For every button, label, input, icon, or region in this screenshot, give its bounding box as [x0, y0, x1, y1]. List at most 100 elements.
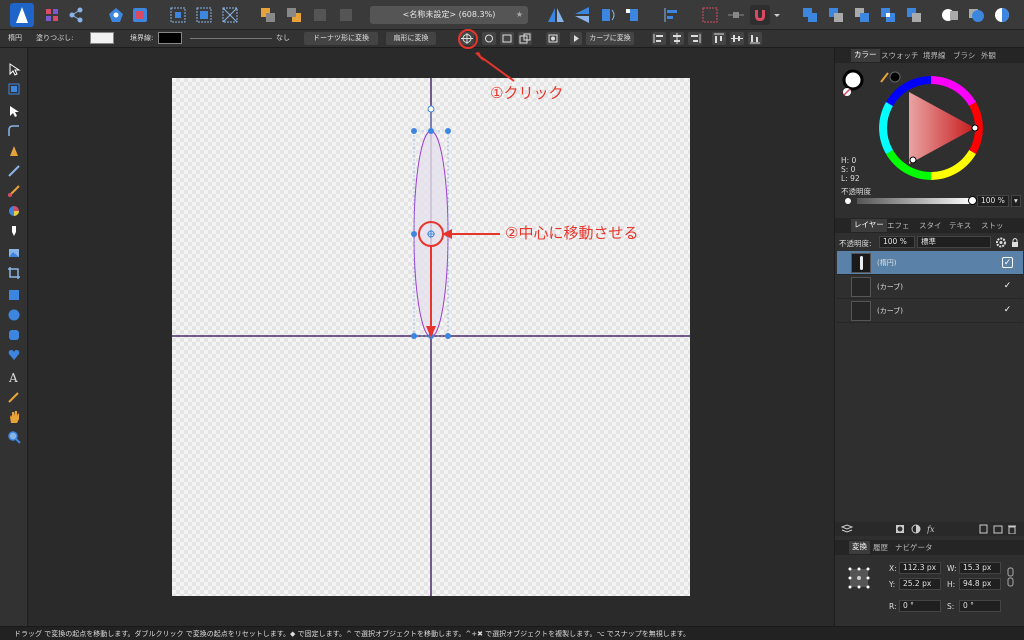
star-icon[interactable]: ★	[516, 6, 523, 24]
pencil-tool-icon[interactable]	[7, 164, 21, 178]
stroke-width-slider[interactable]	[190, 38, 272, 39]
color-wheel[interactable]	[879, 76, 983, 180]
document-tab[interactable]: <名称未設定> (608.3%) ★	[370, 6, 528, 24]
convert-to-pie-button[interactable]: 扇形に変換	[386, 32, 436, 45]
node-tool-icon[interactable]	[7, 104, 21, 118]
align-right-icon[interactable]	[688, 32, 702, 45]
hand-tool-icon[interactable]	[7, 410, 21, 424]
export-persona-icon[interactable]	[66, 5, 86, 25]
transparency-tool-icon[interactable]	[7, 224, 21, 238]
flip-horizontal-icon[interactable]	[546, 5, 566, 25]
anchor-point-selector[interactable]	[847, 566, 871, 590]
boolean-intersect-icon[interactable]	[852, 5, 872, 25]
align-center-icon[interactable]	[670, 32, 684, 45]
fill-tool-icon[interactable]	[7, 204, 21, 218]
canvas-workspace[interactable]: ①クリック ②中心に移動させる	[28, 48, 834, 626]
rotate-left-icon[interactable]	[598, 5, 618, 25]
geometry-icon[interactable]	[546, 32, 560, 45]
adjustment-layer-icon[interactable]	[911, 524, 921, 534]
link-dimensions-icon[interactable]	[1007, 566, 1015, 590]
fx-icon[interactable]: fx	[927, 523, 937, 535]
align-top-icon[interactable]	[712, 32, 726, 45]
mask-layer-icon[interactable]	[895, 524, 905, 534]
layers-stack-icon[interactable]	[841, 524, 853, 534]
tab-appearance[interactable]: 外観	[981, 50, 996, 61]
layer-visibility-checkbox[interactable]: ✓	[1002, 281, 1013, 292]
insert-top-icon[interactable]	[992, 5, 1012, 25]
opacity-slider-handle[interactable]	[968, 196, 977, 205]
rotate-right-icon[interactable]	[622, 5, 642, 25]
place-image-icon[interactable]	[7, 246, 21, 260]
tab-styles[interactable]: スタイ	[919, 220, 942, 231]
transform-objects-icon[interactable]	[518, 32, 532, 45]
layer-opacity-field[interactable]: 100 %	[879, 236, 915, 248]
snap-to-grid-icon[interactable]	[168, 5, 188, 25]
magnet-snapping-icon[interactable]	[750, 5, 770, 25]
lock-icon[interactable]	[1010, 237, 1020, 248]
rectangle-tool-icon[interactable]	[7, 288, 21, 302]
app-logo-icon[interactable]	[10, 3, 34, 27]
bounding-box-icon[interactable]	[482, 32, 496, 45]
artboard-tool-icon[interactable]	[7, 82, 21, 96]
opacity-dropdown-icon[interactable]: ▾	[1011, 195, 1021, 207]
group-layer-icon[interactable]	[993, 524, 1003, 534]
align-left-icon[interactable]	[652, 32, 666, 45]
insert-inside-icon[interactable]	[966, 5, 986, 25]
tab-brush[interactable]: ブラシ	[953, 50, 975, 61]
tab-color[interactable]: カラー	[851, 49, 880, 62]
blend-mode-select[interactable]: 標準	[917, 236, 991, 248]
text-tool-icon[interactable]: A	[7, 370, 21, 385]
arrange-back-icon[interactable]	[258, 5, 278, 25]
boolean-grid-icon[interactable]	[700, 5, 720, 25]
tab-navigator[interactable]: ナビゲータ	[895, 542, 933, 553]
snapping-dropdown-icon[interactable]	[772, 5, 782, 25]
layer-settings-gear-icon[interactable]	[995, 237, 1007, 248]
h-field[interactable]: 94.8 px	[959, 578, 1001, 590]
snapping-line-icon[interactable]	[726, 5, 746, 25]
rotation-field[interactable]: 0 °	[899, 600, 941, 612]
curve-play-icon[interactable]	[570, 32, 582, 45]
y-field[interactable]: 25.2 px	[899, 578, 941, 590]
align-middle-icon[interactable]	[730, 32, 744, 45]
boolean-divide-icon[interactable]	[904, 5, 924, 25]
layer-visibility-checkbox[interactable]: ✓	[1002, 305, 1013, 316]
settings-icon[interactable]	[130, 5, 150, 25]
tab-layers[interactable]: レイヤー	[851, 219, 887, 232]
trash-icon[interactable]	[1007, 524, 1017, 534]
align-transform-icon[interactable]	[500, 32, 514, 45]
align-icon[interactable]	[662, 5, 682, 25]
heart-shape-tool-icon[interactable]	[7, 348, 21, 362]
tab-text-styles[interactable]: テキス	[949, 220, 971, 231]
snap-off-icon[interactable]	[220, 5, 240, 25]
move-tool-icon[interactable]	[7, 62, 21, 76]
zoom-tool-icon[interactable]	[7, 430, 21, 444]
rounded-rectangle-tool-icon[interactable]	[7, 328, 21, 342]
ellipse-tool-icon[interactable]	[7, 308, 21, 322]
tab-stroke[interactable]: 境界線	[923, 50, 946, 61]
layer-row[interactable]: (カーブ) ✓	[837, 275, 1023, 299]
boolean-subtract-icon[interactable]	[826, 5, 846, 25]
pen-tool-icon[interactable]	[7, 144, 21, 158]
arrange-front-icon[interactable]	[336, 5, 356, 25]
w-field[interactable]: 15.3 px	[959, 562, 1001, 574]
new-layer-icon[interactable]	[979, 524, 989, 534]
color-picker-tool-icon[interactable]	[7, 390, 21, 404]
boolean-xor-icon[interactable]	[878, 5, 898, 25]
align-bottom-icon[interactable]	[748, 32, 762, 45]
opacity-slider[interactable]	[857, 198, 973, 204]
flip-vertical-icon[interactable]	[572, 5, 592, 25]
pixel-persona-icon[interactable]	[42, 5, 62, 25]
fill-swatch[interactable]	[90, 32, 114, 44]
share-icon[interactable]	[106, 5, 126, 25]
corner-tool-icon[interactable]	[7, 124, 21, 138]
crop-tool-icon[interactable]	[7, 266, 21, 280]
arrange-icon[interactable]	[310, 5, 330, 25]
tab-effects[interactable]: エフェ	[887, 220, 910, 231]
tab-transform[interactable]: 変換	[849, 541, 870, 554]
layer-row[interactable]: (楕円) ✓	[837, 251, 1023, 275]
tab-swatches[interactable]: スウォッチ	[881, 50, 919, 61]
convert-to-donut-button[interactable]: ドーナツ形に変換	[304, 32, 378, 45]
tab-history[interactable]: 履歴	[873, 542, 888, 553]
brush-tool-icon[interactable]	[7, 184, 21, 198]
convert-to-curves-button[interactable]: カーブに変換	[586, 32, 634, 45]
